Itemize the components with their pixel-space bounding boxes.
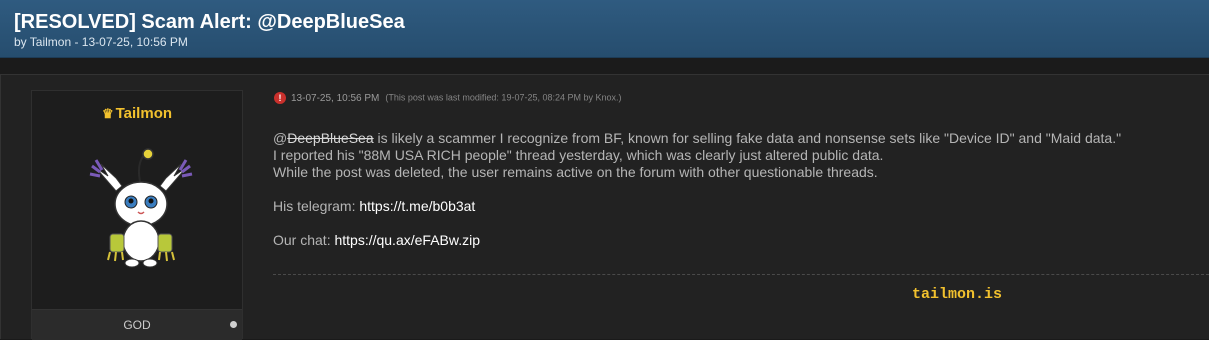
author-rank-bar: GOD <box>32 309 242 340</box>
telegram-link[interactable]: https://t.me/b0b3at <box>359 198 475 214</box>
avatar <box>89 148 193 268</box>
crown-icon: ♛ <box>101 106 114 121</box>
header-spacer <box>0 58 1209 74</box>
post-line-2: I reported his "88M USA RICH people" thr… <box>273 147 884 163</box>
post-meta: ! 13-07-25, 10:56 PM (This post was last m… <box>274 92 622 104</box>
signature-text: tailmon.is <box>912 286 1003 303</box>
signature-divider <box>273 274 1209 275</box>
post-body: @DeepBlueSea is likely a scammer I recog… <box>273 130 1121 249</box>
author-panel: ♛ Tailmon GOD <box>31 90 243 340</box>
author-name[interactable]: ♛ Tailmon <box>32 105 242 122</box>
author-name-label: Tailmon <box>115 105 173 122</box>
telegram-label: His telegram: <box>273 198 360 214</box>
alert-icon: ! <box>274 92 286 104</box>
post-modified-note: (This post was last modified: 19-07-25, … <box>385 92 622 103</box>
thread-title: [RESOLVED] Scam Alert: @DeepBlueSea <box>14 11 405 33</box>
post-line-1: @DeepBlueSea is likely a scammer I recog… <box>273 130 1121 147</box>
online-status-icon <box>230 321 237 328</box>
thread-header: [RESOLVED] Scam Alert: @DeepBlueSea by T… <box>0 0 1209 58</box>
post-date[interactable]: 13-07-25, 10:56 PM <box>291 93 379 104</box>
post-line-3: While the post was deleted, the user rem… <box>273 164 878 180</box>
mention-at: @ <box>273 130 288 146</box>
telegram-line: His telegram: https://t.me/b0b3at <box>273 198 1121 215</box>
chat-line: Our chat: https://qu.ax/eFABw.zip <box>273 232 1121 249</box>
chat-link[interactable]: https://qu.ax/eFABw.zip <box>334 232 480 248</box>
mention-username-link[interactable]: DeepBlueSea <box>287 130 373 146</box>
chat-label: Our chat: <box>273 232 335 248</box>
author-rank: GOD <box>123 318 151 332</box>
thread-byline: by Tailmon - 13-07-25, 10:56 PM <box>14 35 188 49</box>
post-line-1-text: is likely a scammer I recognize from BF,… <box>373 130 1122 146</box>
